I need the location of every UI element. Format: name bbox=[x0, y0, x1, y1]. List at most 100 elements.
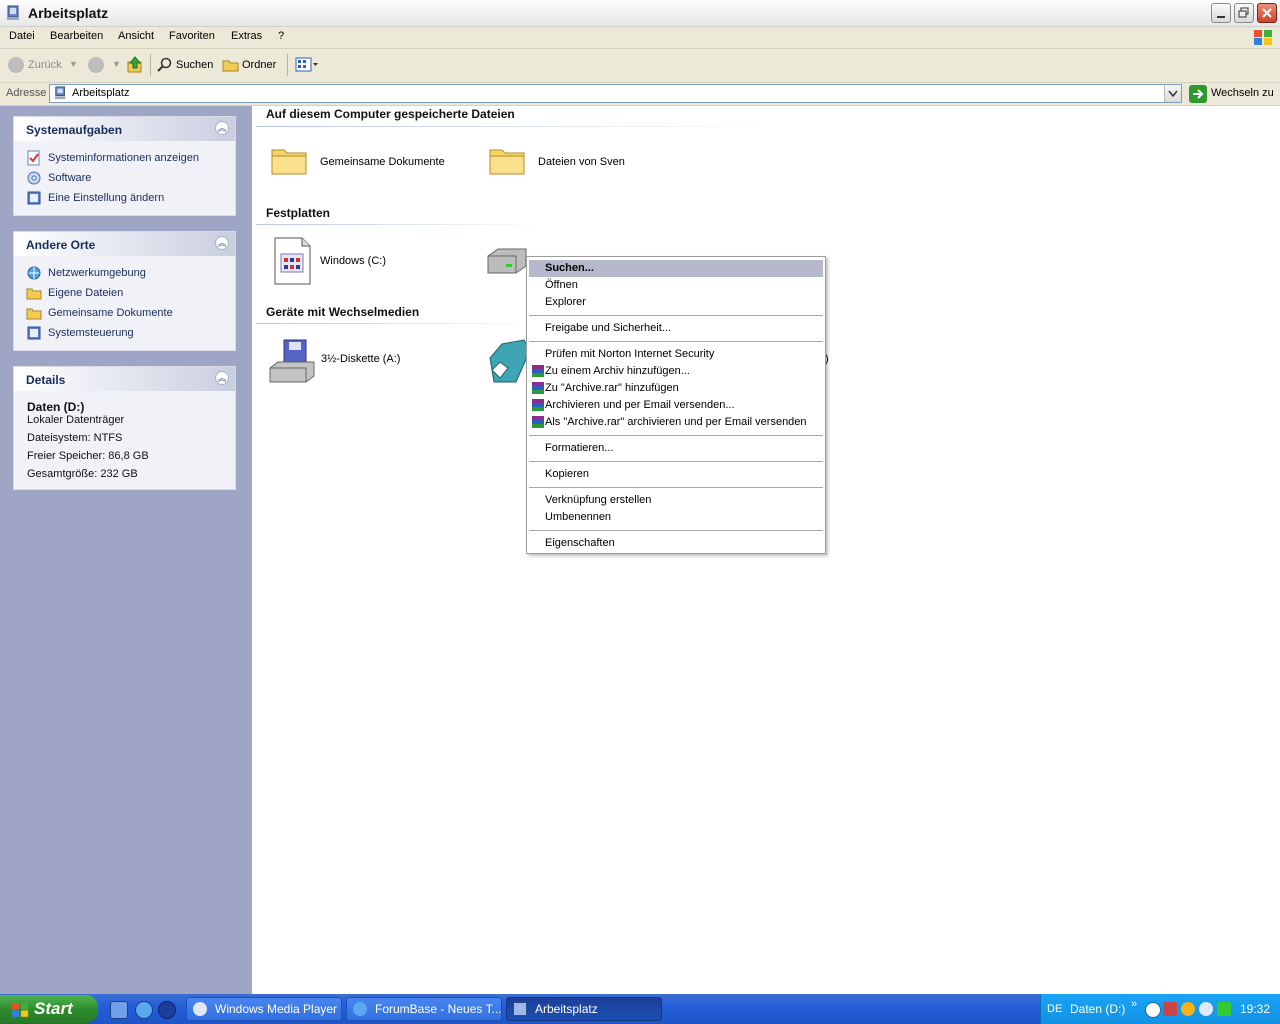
chevron-down-icon bbox=[1168, 90, 1178, 98]
context-menu-label: Verknüpfung erstellen bbox=[545, 494, 652, 506]
folder-icon bbox=[26, 288, 42, 300]
context-menu-item[interactable]: Prüfen mit Norton Internet Security bbox=[529, 346, 823, 363]
toolbar: Zurück ▼ ▼ Suchen Ordner bbox=[0, 49, 1280, 83]
group-divider bbox=[256, 126, 776, 127]
context-menu-separator bbox=[529, 487, 823, 488]
details-type: Lokaler Datenträger bbox=[27, 414, 125, 426]
computer-icon bbox=[7, 5, 19, 20]
minimize-button[interactable] bbox=[1211, 3, 1231, 23]
item-shared-documents[interactable]: Gemeinsame Dokumente bbox=[270, 140, 470, 186]
item-sven-files[interactable]: Dateien von Sven bbox=[488, 140, 688, 186]
place-label: Eigene Dateien bbox=[48, 287, 124, 299]
forward-button[interactable] bbox=[88, 57, 104, 73]
tray-app-icon[interactable] bbox=[1163, 1002, 1177, 1016]
item-drive-d[interactable] bbox=[486, 246, 530, 276]
context-menu-item[interactable]: Formatieren... bbox=[529, 440, 823, 457]
restore-button[interactable] bbox=[1234, 3, 1254, 23]
context-menu-item[interactable]: Eigenschaften bbox=[529, 535, 823, 552]
close-button[interactable] bbox=[1257, 3, 1277, 23]
task-media-player[interactable]: Windows Media Player bbox=[186, 997, 342, 1021]
tray-app-icon[interactable] bbox=[1217, 1002, 1231, 1016]
language-indicator[interactable]: DE bbox=[1047, 1003, 1062, 1015]
internet-explorer-icon[interactable] bbox=[135, 1001, 153, 1019]
menu-datei[interactable]: Datei bbox=[9, 30, 35, 42]
address-label: Adresse bbox=[6, 87, 47, 99]
item-floppy-a[interactable]: 3½-Diskette (A:) bbox=[268, 338, 468, 388]
context-menu-label: Als "Archive.rar" archivieren und per Em… bbox=[545, 416, 807, 428]
context-menu-item[interactable]: Zu einem Archiv hinzufügen... bbox=[529, 363, 823, 380]
network-icon bbox=[27, 266, 41, 280]
computer-icon bbox=[54, 86, 66, 100]
context-menu-item[interactable]: Verknüpfung erstellen bbox=[529, 492, 823, 509]
drive-c-icon bbox=[274, 237, 311, 285]
group-divider bbox=[256, 224, 546, 225]
menu-ansicht[interactable]: Ansicht bbox=[118, 30, 154, 42]
panel-header[interactable]: Systemaufgaben ︽ bbox=[14, 117, 235, 141]
context-menu-item[interactable]: Archivieren und per Email versenden... bbox=[529, 397, 823, 414]
task-label: Eine Einstellung ändern bbox=[48, 192, 165, 204]
winrar-icon bbox=[532, 382, 544, 394]
show-desktop-icon[interactable] bbox=[110, 1001, 128, 1019]
folders-icon bbox=[222, 60, 239, 72]
tray-expand-icon[interactable] bbox=[1145, 1002, 1161, 1018]
menu-bearbeiten[interactable]: Bearbeiten bbox=[50, 30, 103, 42]
windows-logo-icon bbox=[1254, 30, 1272, 45]
menu-extras[interactable]: Extras bbox=[231, 30, 262, 42]
collapse-icon[interactable]: ︽ bbox=[215, 236, 229, 250]
tray-toolbar-label: Daten (D:) bbox=[1070, 1002, 1126, 1016]
media-player-icon[interactable] bbox=[158, 1001, 176, 1019]
context-menu-label: Prüfen mit Norton Internet Security bbox=[545, 348, 715, 360]
start-button[interactable]: Start bbox=[0, 995, 98, 1023]
address-dropdown-button[interactable] bbox=[1164, 85, 1181, 102]
menu-favoriten[interactable]: Favoriten bbox=[169, 30, 215, 42]
context-menu-item[interactable]: Umbenennen bbox=[529, 509, 823, 526]
menu-help[interactable]: ? bbox=[278, 30, 284, 42]
context-menu-label: Zu einem Archiv hinzufügen... bbox=[545, 365, 690, 377]
task-arbeitsplatz[interactable]: Arbeitsplatz bbox=[506, 997, 662, 1021]
system-tray: DE Daten (D:) » 19:32 bbox=[1040, 994, 1280, 1024]
address-value: Arbeitsplatz bbox=[72, 87, 130, 99]
context-menu-item[interactable]: Öffnen bbox=[529, 277, 823, 294]
start-label: Start bbox=[34, 999, 73, 1018]
context-menu-label: Zu "Archive.rar" hinzufügen bbox=[545, 382, 679, 394]
folder-up-icon[interactable] bbox=[127, 56, 143, 74]
back-dropdown-icon[interactable]: ▼ bbox=[69, 59, 78, 69]
context-menu-label: Suchen... bbox=[545, 262, 594, 274]
context-menu-separator bbox=[529, 435, 823, 436]
internet-explorer-icon bbox=[353, 1002, 367, 1016]
address-input[interactable]: Arbeitsplatz bbox=[49, 84, 1182, 103]
panel-header[interactable]: Details ︽ bbox=[14, 367, 235, 391]
context-menu-item[interactable]: Freigabe und Sicherheit... bbox=[529, 320, 823, 337]
winrar-icon bbox=[532, 365, 544, 377]
panel-header[interactable]: Andere Orte ︽ bbox=[14, 232, 235, 256]
context-menu-item[interactable]: Explorer bbox=[529, 294, 823, 311]
tray-app-icon[interactable] bbox=[1199, 1002, 1213, 1016]
panel-title: Systemaufgaben bbox=[26, 123, 123, 137]
collapse-icon[interactable]: ︽ bbox=[215, 121, 229, 135]
back-button[interactable]: Zurück bbox=[28, 59, 62, 71]
context-menu-item[interactable]: Kopieren bbox=[529, 466, 823, 483]
toolbar-expand-icon[interactable]: » bbox=[1131, 998, 1137, 1010]
search-button[interactable]: Suchen bbox=[176, 59, 213, 71]
context-menu-separator bbox=[529, 461, 823, 462]
context-menu-label: Eigenschaften bbox=[545, 537, 615, 549]
group-divider bbox=[256, 323, 546, 324]
views-icon[interactable] bbox=[295, 57, 319, 73]
context-menu-item[interactable]: Als "Archive.rar" archivieren und per Em… bbox=[529, 414, 823, 431]
norton-icon[interactable] bbox=[1181, 1002, 1195, 1016]
item-drive-c[interactable]: Windows (C:) bbox=[270, 236, 470, 286]
context-menu-item[interactable]: Suchen... bbox=[529, 260, 823, 277]
media-player-icon bbox=[193, 1002, 207, 1016]
collapse-icon[interactable]: ︽ bbox=[215, 371, 229, 385]
item-label: 3½-Diskette (A:) bbox=[321, 353, 401, 365]
details-filesystem: Dateisystem: NTFS bbox=[27, 432, 123, 444]
context-menu-label: Umbenennen bbox=[545, 511, 612, 523]
go-button[interactable]: Wechseln zu bbox=[1211, 87, 1274, 99]
go-arrow-icon[interactable] bbox=[1189, 85, 1207, 103]
menu-bar: Datei Bearbeiten Ansicht Favoriten Extra… bbox=[0, 27, 1280, 49]
folders-button[interactable]: Ordner bbox=[242, 59, 276, 71]
task-forumbase[interactable]: ForumBase - Neues T... bbox=[346, 997, 502, 1021]
forward-dropdown-icon[interactable]: ▼ bbox=[112, 59, 121, 69]
close-icon bbox=[1262, 8, 1272, 18]
context-menu-item[interactable]: Zu "Archive.rar" hinzufügen bbox=[529, 380, 823, 397]
